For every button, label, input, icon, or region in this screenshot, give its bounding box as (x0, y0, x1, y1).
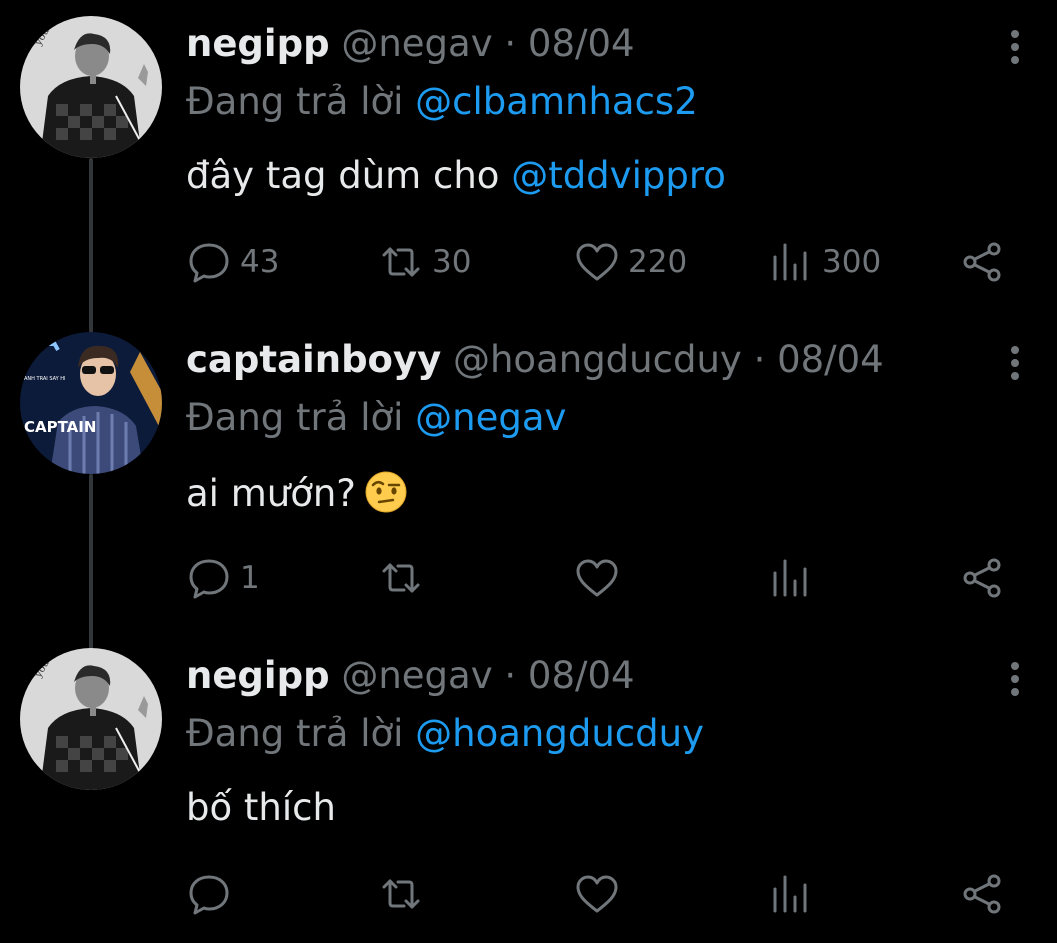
avatar[interactable]: you are the apple of my eye (20, 648, 162, 790)
views-button[interactable] (768, 854, 822, 934)
handle[interactable]: @negav (341, 654, 492, 697)
tweet-text-content: ai mướn? (186, 472, 356, 515)
retweet-button[interactable]: 30 (378, 222, 471, 302)
tweet-text: ai mướn? (186, 470, 408, 516)
like-button[interactable] (574, 538, 628, 618)
display-name[interactable]: captainboyy (186, 338, 441, 381)
text-mention[interactable]: @tddvippro (511, 154, 726, 197)
retweet-icon (382, 563, 420, 593)
handle[interactable]: @hoangducduy (453, 338, 742, 381)
replying-to: Đang trả lời @hoangducduy (186, 712, 704, 756)
handle[interactable]: @negav (341, 22, 492, 65)
vertical-dots-icon (1011, 30, 1019, 64)
reply-to-mention[interactable]: @hoangducduy (415, 712, 704, 755)
action-bar: 1 (186, 538, 1016, 618)
like-count: 220 (628, 244, 688, 280)
vertical-dots-icon (1011, 662, 1019, 696)
timestamp[interactable]: 08/04 (528, 22, 635, 65)
like-button[interactable]: 220 (574, 222, 687, 302)
separator: · (504, 22, 517, 65)
tweet-header: negipp @negav · 08/04 (186, 22, 635, 66)
reply-button[interactable]: 43 (186, 222, 279, 302)
tweet[interactable]: CAPTAIN ANH TRAI SAY HI captainboyy @hoa… (0, 316, 1057, 632)
reply-to-mention[interactable]: @negav (415, 396, 566, 439)
reply-button[interactable]: 1 (186, 538, 260, 618)
share-button[interactable] (960, 538, 1006, 618)
replying-label: Đang trả lời (186, 396, 404, 439)
avatar-photo: you are the apple of my eye (20, 16, 162, 158)
reply-count: 43 (240, 244, 280, 280)
more-options-button[interactable] (998, 342, 1032, 384)
reply-button[interactable] (186, 854, 240, 934)
avatar[interactable]: CAPTAIN ANH TRAI SAY HI (20, 332, 162, 474)
separator: · (504, 654, 517, 697)
speech-bubble-icon (189, 559, 229, 599)
heart-icon (576, 559, 618, 597)
action-bar: 43 30 220 300 (186, 222, 1016, 302)
reply-count: 1 (240, 560, 260, 596)
more-options-button[interactable] (998, 658, 1032, 700)
separator: · (753, 338, 766, 381)
heart-icon (576, 875, 618, 913)
action-bar (186, 854, 1016, 934)
bar-chart-icon (773, 559, 807, 597)
tweet-text-content: bố thích (186, 786, 336, 829)
tweet[interactable]: you are the apple of my eye negipp @nega… (0, 0, 1057, 316)
share-button[interactable] (960, 222, 1006, 302)
views-count: 300 (822, 244, 882, 280)
share-icon (963, 558, 1001, 598)
avatar-photo: you are the apple of my eye (20, 648, 162, 790)
avatar-photo: CAPTAIN ANH TRAI SAY HI (20, 332, 162, 474)
share-button[interactable] (960, 854, 1006, 934)
tweet-text-content: đây tag dùm cho (186, 154, 512, 197)
vertical-dots-icon (1011, 346, 1019, 380)
avatar[interactable]: you are the apple of my eye (20, 16, 162, 158)
tweet-text: đây tag dùm cho @tddvippro (186, 154, 726, 198)
display-name[interactable]: negipp (186, 22, 330, 65)
speech-bubble-icon (189, 243, 229, 283)
reply-to-mention[interactable]: @clbamnhacs2 (415, 80, 698, 123)
share-icon (963, 874, 1001, 914)
share-icon (963, 242, 1001, 282)
retweet-button[interactable] (378, 538, 432, 618)
retweet-icon (382, 247, 420, 277)
replying-to: Đang trả lời @negav (186, 396, 566, 440)
timestamp[interactable]: 08/04 (777, 338, 884, 381)
avatar-subtext: ANH TRAI SAY HI (24, 376, 66, 382)
face-with-raised-eyebrow-emoji (365, 471, 407, 513)
more-options-button[interactable] (998, 26, 1032, 68)
bar-chart-icon (773, 875, 807, 913)
replying-label: Đang trả lời (186, 712, 404, 755)
retweet-button[interactable] (378, 854, 432, 934)
display-name[interactable]: negipp (186, 654, 330, 697)
tweet-header: captainboyy @hoangducduy · 08/04 (186, 338, 884, 382)
tweet[interactable]: you are the apple of my eye negipp @nega… (0, 632, 1057, 943)
tweet-header: negipp @negav · 08/04 (186, 654, 635, 698)
timestamp[interactable]: 08/04 (528, 654, 635, 697)
retweet-count: 30 (432, 244, 472, 280)
views-button[interactable]: 300 (768, 222, 881, 302)
retweet-icon (382, 879, 420, 909)
bar-chart-icon (773, 243, 807, 281)
speech-bubble-icon (189, 875, 229, 915)
heart-icon (576, 243, 618, 281)
replying-label: Đang trả lời (186, 80, 404, 123)
like-button[interactable] (574, 854, 628, 934)
views-button[interactable] (768, 538, 822, 618)
tweet-text: bố thích (186, 786, 336, 830)
avatar-text: CAPTAIN (24, 418, 96, 436)
replying-to: Đang trả lời @clbamnhacs2 (186, 80, 698, 124)
